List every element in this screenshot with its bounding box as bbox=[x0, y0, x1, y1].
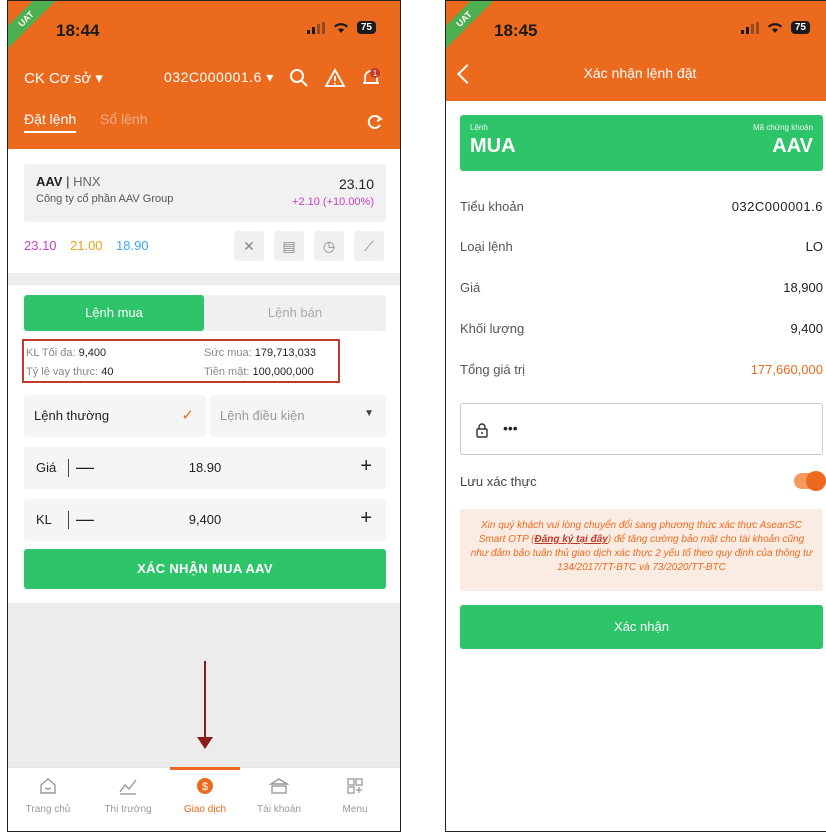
order-type-selector: Lệnh thường ✓ Lệnh điều kiện ▼ bbox=[24, 395, 386, 437]
search-icon[interactable] bbox=[288, 67, 310, 89]
stock-code: AAV bbox=[36, 174, 63, 189]
detail-quantity: Khối lượng 9,400 bbox=[460, 321, 823, 336]
account-selector[interactable]: 032C000001.6 ▾ bbox=[164, 69, 274, 86]
register-link[interactable]: Đăng ký tại đây bbox=[534, 534, 607, 545]
nav-menu[interactable]: Menu bbox=[320, 768, 390, 831]
confirm-button[interactable]: Xác nhận bbox=[460, 605, 823, 649]
max-quantity: 9,400 bbox=[78, 347, 107, 359]
detail-price: Giá 18,900 bbox=[460, 280, 823, 295]
account-info-box: KL Tối đa: 9,400 Sức mua: 179,713,033 Tỷ… bbox=[22, 339, 340, 383]
detail-subaccount: Tiểu khoản 032C000001.6 bbox=[460, 199, 823, 214]
close-icon[interactable]: ✕ bbox=[234, 231, 264, 261]
margin-ratio: 40 bbox=[101, 366, 114, 378]
detail-total-value: Tổng giá trị 177,660,000 bbox=[460, 362, 823, 377]
check-icon: ✓ bbox=[181, 407, 194, 424]
confirm-order-screen: UAT 18:45 75 Xác nhận lệnh đặt Lệnh MUA … bbox=[445, 0, 826, 832]
stock-change: +2.10 (+10.00%) bbox=[292, 196, 374, 208]
stock-price: 23.10 bbox=[338, 176, 374, 192]
battery-icon: 75 bbox=[356, 21, 376, 34]
market-selector[interactable]: CK Cơ sở ▾ bbox=[24, 69, 103, 87]
status-bar: UAT 18:45 75 bbox=[446, 1, 826, 59]
refresh-icon[interactable] bbox=[366, 113, 384, 131]
status-bar: UAT 18:44 75 bbox=[8, 1, 400, 59]
buying-power: 179,713,033 bbox=[254, 347, 316, 359]
nav-home[interactable]: Trang chủ bbox=[13, 768, 83, 831]
floor-price[interactable]: 18.90 bbox=[116, 238, 149, 253]
status-time: 18:45 bbox=[494, 21, 538, 40]
warning-icon[interactable] bbox=[324, 67, 346, 89]
menu-icon bbox=[347, 778, 363, 794]
tab-buy[interactable]: Lệnh mua bbox=[24, 295, 204, 331]
notification-count: 1 bbox=[373, 69, 378, 78]
page-title: Xác nhận lệnh đặt bbox=[583, 65, 697, 81]
tab-order-book[interactable]: Sổ lệnh bbox=[100, 111, 147, 127]
signal-icon bbox=[740, 21, 759, 34]
tab-place-order[interactable]: Đặt lệnh bbox=[24, 111, 77, 133]
clock-icon[interactable]: ◷ bbox=[314, 231, 344, 261]
price-levels: 23.10 21.00 18.90 ✕ ▤ ◷ ⟋ bbox=[24, 229, 386, 263]
annotation-arrow bbox=[204, 661, 206, 741]
save-auth-label: Lưu xác thực bbox=[460, 474, 537, 489]
svg-text:$: $ bbox=[202, 781, 208, 793]
chevron-down-icon: ▼ bbox=[364, 408, 374, 419]
chart-icon[interactable]: ⟋ bbox=[354, 231, 384, 261]
book-icon[interactable]: ▤ bbox=[274, 231, 304, 261]
home-icon bbox=[40, 778, 56, 794]
bell-icon[interactable]: 1 bbox=[360, 67, 382, 89]
price-increase-button[interactable]: + bbox=[360, 455, 372, 478]
pin-mask: ••• bbox=[503, 420, 518, 436]
quantity-input[interactable]: 9,400 bbox=[24, 512, 386, 527]
order-type-conditional[interactable]: Lệnh điều kiện ▼ bbox=[210, 395, 386, 437]
bottom-nav: Trang chủ Thị trường $ Giao dịch Tài kho… bbox=[8, 767, 400, 831]
order-summary-banner: Lệnh MUA Mã chứng khoán AAV bbox=[460, 115, 823, 171]
stock-exchange: HNX bbox=[73, 174, 101, 189]
ceiling-price[interactable]: 23.10 bbox=[24, 238, 57, 253]
battery-icon: 75 bbox=[790, 21, 810, 34]
nav-market[interactable]: Thị trường bbox=[93, 768, 163, 831]
order-screen: UAT 18:44 75 CK Cơ sở ▾ 032C000001.6 ▾ 1… bbox=[7, 0, 401, 832]
wifi-icon bbox=[333, 22, 348, 33]
trade-icon: $ bbox=[197, 778, 213, 794]
order-side: MUA bbox=[470, 135, 516, 157]
quantity-increase-button[interactable]: + bbox=[360, 507, 372, 530]
side-tabs: Lệnh mua Lệnh bán bbox=[24, 295, 386, 331]
wifi-icon bbox=[767, 22, 782, 33]
cash-balance: 100,000,000 bbox=[252, 366, 314, 378]
price-input[interactable]: 18.90 bbox=[24, 460, 386, 475]
price-stepper: Giá — 18.90 + bbox=[24, 447, 386, 489]
pin-input[interactable]: ••• bbox=[460, 403, 823, 455]
account-icon bbox=[269, 778, 289, 794]
confirm-buy-button[interactable]: XÁC NHẬN MUA AAV bbox=[24, 549, 386, 589]
tab-sell[interactable]: Lệnh bán bbox=[204, 295, 386, 331]
status-time: 18:44 bbox=[56, 21, 100, 40]
order-symbol: AAV bbox=[772, 135, 813, 157]
order-type-normal[interactable]: Lệnh thường ✓ bbox=[24, 395, 206, 437]
nav-account[interactable]: Tài khoản bbox=[244, 768, 314, 831]
signal-icon bbox=[306, 21, 325, 34]
detail-order-type: Loại lệnh LO bbox=[460, 239, 823, 254]
lock-icon bbox=[476, 423, 488, 438]
nav-trade[interactable]: $ Giao dịch bbox=[170, 767, 240, 831]
save-auth-toggle[interactable] bbox=[794, 471, 826, 491]
uat-badge: UAT bbox=[8, 1, 60, 53]
quantity-stepper: KL — 9,400 + bbox=[24, 499, 386, 541]
otp-notice: Xin quý khách vui lòng chuyển đổi sang p… bbox=[460, 509, 823, 591]
market-icon bbox=[119, 779, 137, 795]
stock-card[interactable]: AAV | HNX Công ty cổ phần AAV Group 23.1… bbox=[24, 164, 386, 222]
uat-badge: UAT bbox=[446, 1, 498, 53]
reference-price[interactable]: 21.00 bbox=[70, 238, 103, 253]
